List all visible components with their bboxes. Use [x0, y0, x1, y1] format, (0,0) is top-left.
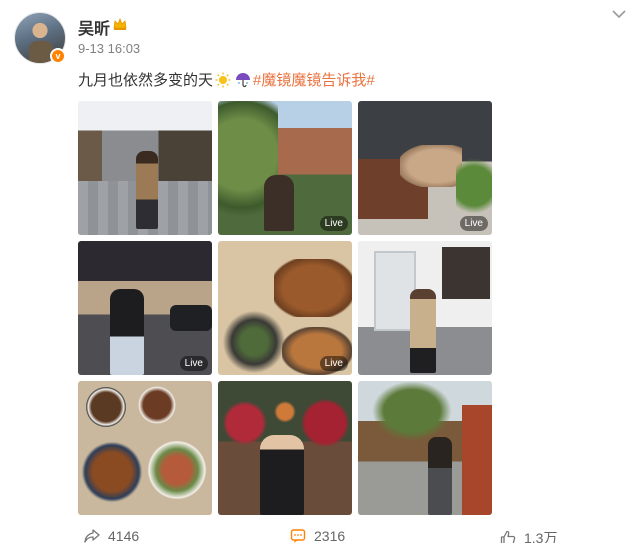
photo-5-pastry-tray — [222, 311, 286, 373]
photo-9[interactable] — [358, 381, 492, 515]
chevron-down-icon[interactable] — [612, 8, 628, 20]
photo-6-person — [410, 289, 436, 373]
share-button[interactable]: 4146 — [84, 528, 139, 543]
post-caption: 九月也依然多变的天 #魔镜魔镜告诉我# — [78, 69, 375, 90]
like-icon — [500, 530, 516, 543]
photo-4[interactable]: Live — [78, 241, 212, 375]
comment-icon — [290, 529, 306, 543]
caption-text: 九月也依然多变的天 — [78, 72, 214, 89]
photo-7-dish — [144, 437, 210, 503]
photo-9-wall — [462, 405, 492, 515]
like-count: 1.3万 — [524, 530, 558, 543]
photo-grid: Live Live Live Live — [78, 101, 492, 515]
username[interactable]: 吴昕 — [78, 15, 110, 39]
photo-3-cat — [400, 145, 462, 187]
photo-7-dish — [82, 385, 130, 429]
post-timestamp[interactable]: 9-13 16:03 — [78, 41, 140, 56]
photo-6[interactable] — [358, 241, 492, 375]
sun-emoji-icon — [215, 72, 231, 87]
comment-button[interactable]: 2316 — [290, 528, 345, 543]
verified-badge-icon: v — [50, 48, 66, 64]
share-count: 4146 — [108, 528, 140, 543]
photo-9-person — [428, 437, 452, 515]
action-bar: 4146 2316 1.3万 — [0, 520, 640, 543]
photo-7-dish — [78, 437, 146, 507]
photo-2-person — [264, 175, 294, 231]
photo-2[interactable]: Live — [218, 101, 352, 235]
photo-5-pastry-tray — [274, 259, 352, 317]
photo-8[interactable] — [218, 381, 352, 515]
photo-5[interactable]: Live — [218, 241, 352, 375]
share-icon — [84, 529, 100, 543]
photo-1-person — [136, 151, 158, 229]
umbrella-emoji-icon — [236, 72, 251, 87]
comment-count: 2316 — [314, 528, 346, 543]
avatar-figure — [29, 41, 53, 63]
photo-7-dish — [134, 385, 180, 425]
hashtag-link[interactable]: #魔镜魔镜告诉我# — [253, 69, 375, 90]
photo-8-person — [260, 435, 304, 515]
photo-4-car — [170, 305, 212, 331]
photo-3[interactable]: Live — [358, 101, 492, 235]
live-badge: Live — [179, 356, 208, 371]
photo-6-window — [442, 247, 490, 299]
crown-icon — [113, 17, 127, 30]
photo-3-plant — [456, 151, 492, 221]
photo-7[interactable] — [78, 381, 212, 515]
live-badge: Live — [459, 216, 488, 231]
photo-4-person — [110, 289, 144, 375]
photo-9-tree — [372, 381, 452, 441]
live-badge: Live — [319, 356, 348, 371]
like-button[interactable]: 1.3万 — [500, 528, 557, 543]
live-badge: Live — [319, 216, 348, 231]
weibo-post: v 吴昕 9-13 16:03 九月也依然多变的天 #魔镜魔镜告诉我# Live… — [0, 0, 640, 543]
photo-1[interactable] — [78, 101, 212, 235]
